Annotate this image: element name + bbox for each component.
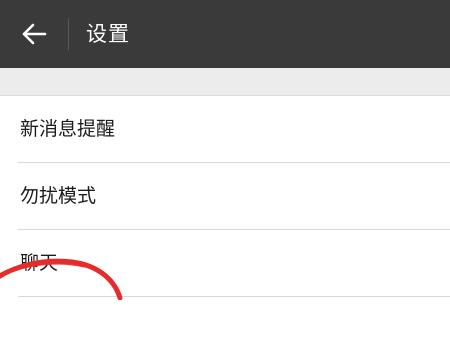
arrow-left-icon [22,23,47,45]
settings-item-label: 聊天 [20,252,59,274]
settings-item-next[interactable] [0,297,450,364]
back-button[interactable] [0,0,68,68]
settings-item-do-not-disturb[interactable]: 勿扰模式 [0,163,450,230]
settings-list: 新消息提醒 勿扰模式 聊天 [0,96,450,364]
page-title: 设置 [86,22,130,46]
settings-item-label: 勿扰模式 [20,185,97,207]
section-gap [0,68,450,96]
settings-item-label: 新消息提醒 [20,118,116,140]
settings-item-chat[interactable]: 聊天 [0,230,450,297]
settings-item-new-message-alerts[interactable]: 新消息提醒 [0,96,450,163]
app-bar-divider [68,18,69,50]
app-bar: 设置 [0,0,450,68]
